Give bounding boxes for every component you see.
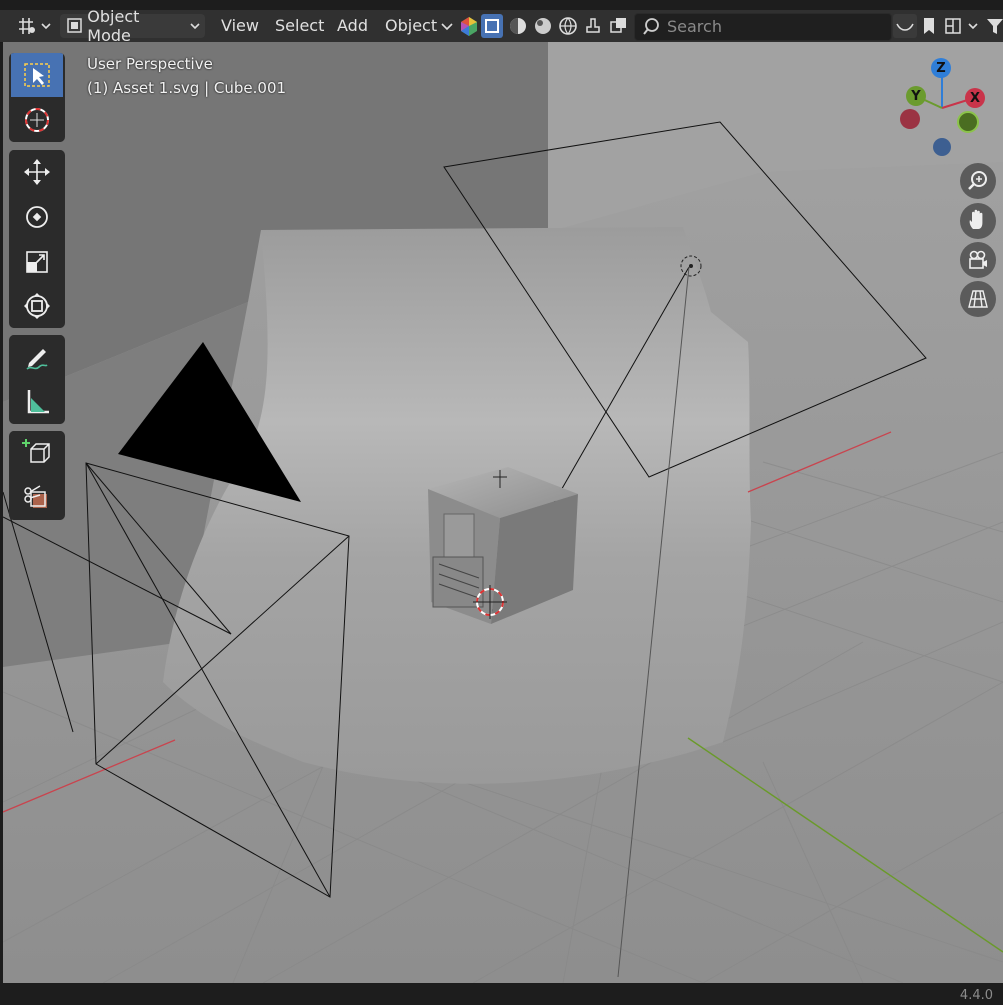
tool-rotate[interactable] bbox=[11, 195, 63, 239]
zoom-button[interactable] bbox=[960, 163, 996, 199]
object-info-label: (1) Asset 1.svg | Cube.001 bbox=[87, 79, 287, 97]
toolbar-group-annotate bbox=[9, 335, 65, 424]
version-label: 4.4.0 bbox=[959, 988, 993, 1003]
editor-type-button[interactable] bbox=[14, 14, 52, 38]
menu-object[interactable]: Object bbox=[385, 14, 437, 38]
shading-solid-button[interactable] bbox=[507, 14, 529, 38]
pencil-icon bbox=[26, 349, 48, 370]
menu-select[interactable]: Select bbox=[275, 14, 324, 38]
viewport-shading-color-button[interactable] bbox=[458, 14, 480, 38]
scale-icon bbox=[26, 251, 48, 273]
tool-cut-cube[interactable] bbox=[11, 476, 63, 520]
filter-button[interactable] bbox=[985, 14, 1003, 38]
cursor-icon bbox=[25, 108, 49, 132]
add-cube-icon bbox=[22, 439, 50, 463]
curve-icon bbox=[896, 23, 914, 31]
material-icon bbox=[535, 18, 551, 34]
layout-dropdown-button[interactable] bbox=[943, 14, 983, 38]
transform-icon bbox=[24, 293, 50, 319]
tool-cursor[interactable] bbox=[11, 98, 63, 142]
globe-icon bbox=[559, 17, 577, 35]
pan-button[interactable] bbox=[960, 203, 996, 239]
gizmo-neg-x[interactable] bbox=[900, 109, 920, 129]
select-mode-button[interactable] bbox=[481, 14, 503, 38]
color-hexagon-icon bbox=[461, 17, 477, 36]
select-box-icon bbox=[485, 19, 499, 33]
menu-add[interactable]: Add bbox=[337, 14, 368, 38]
filter-icon bbox=[987, 19, 1003, 34]
object-menu-chevron[interactable] bbox=[439, 14, 459, 38]
menu-view[interactable]: View bbox=[221, 14, 259, 38]
search-input[interactable]: Search bbox=[634, 13, 892, 41]
toolbar-group-transform bbox=[9, 150, 65, 328]
gizmo-neg-z[interactable] bbox=[933, 138, 951, 156]
perspective-toggle-button[interactable] bbox=[960, 281, 996, 317]
overlay-toggle-button[interactable] bbox=[606, 14, 630, 38]
chevron-down-icon bbox=[441, 23, 453, 31]
bookmark-button[interactable] bbox=[919, 14, 939, 38]
toolbar-group-select bbox=[9, 53, 65, 142]
move-arrows-icon bbox=[24, 159, 50, 185]
viewport-scene bbox=[3, 42, 1003, 983]
gizmo-x-label[interactable]: X bbox=[965, 88, 985, 108]
perspective-label: User Perspective bbox=[87, 55, 213, 73]
gizmo-toggle-button[interactable] bbox=[582, 14, 604, 38]
scissors-cube-icon bbox=[24, 485, 47, 508]
tool-select-box[interactable] bbox=[11, 53, 63, 97]
rotate-icon bbox=[26, 206, 48, 228]
shading-rendered-button[interactable] bbox=[557, 14, 579, 38]
brush-icon bbox=[586, 18, 600, 33]
search-icon bbox=[643, 18, 659, 35]
bookmark-icon bbox=[924, 18, 934, 34]
tool-scale[interactable] bbox=[11, 240, 63, 284]
tool-transform[interactable] bbox=[11, 284, 63, 328]
gizmo-neg-y[interactable] bbox=[957, 111, 979, 133]
tool-annotate[interactable] bbox=[11, 335, 63, 379]
overlay-icon bbox=[610, 18, 626, 33]
curve-dropdown-button[interactable] bbox=[893, 14, 917, 38]
toolbar-group-add bbox=[9, 431, 65, 520]
camera-icon bbox=[969, 250, 987, 269]
mode-label: Object Mode bbox=[87, 7, 140, 45]
sphere-half-icon bbox=[510, 18, 526, 34]
status-bar: 4.4.0 bbox=[0, 983, 1003, 1005]
chevron-down-icon bbox=[189, 23, 200, 30]
grid-icon bbox=[968, 290, 988, 308]
camera-view-button[interactable] bbox=[960, 242, 996, 278]
tool-add-cube[interactable] bbox=[11, 431, 63, 475]
search-placeholder: Search bbox=[667, 17, 722, 36]
layout-icon bbox=[945, 18, 978, 34]
mode-dropdown[interactable]: Object Mode bbox=[60, 7, 205, 45]
3d-viewport[interactable]: User Perspective (1) Asset 1.svg | Cube.… bbox=[3, 42, 1003, 983]
gizmo-y-label[interactable]: Y bbox=[906, 86, 926, 106]
shading-material-button[interactable] bbox=[532, 14, 554, 38]
hand-icon bbox=[969, 209, 983, 229]
tool-move[interactable] bbox=[11, 150, 63, 194]
tool-measure[interactable] bbox=[11, 380, 63, 424]
gizmo-z-label[interactable]: Z bbox=[931, 58, 951, 78]
select-box-icon bbox=[24, 63, 50, 87]
object-mode-icon bbox=[67, 18, 82, 33]
ruler-icon bbox=[27, 390, 49, 414]
magnifier-plus-icon bbox=[968, 171, 987, 190]
editor-type-icon bbox=[19, 18, 51, 34]
